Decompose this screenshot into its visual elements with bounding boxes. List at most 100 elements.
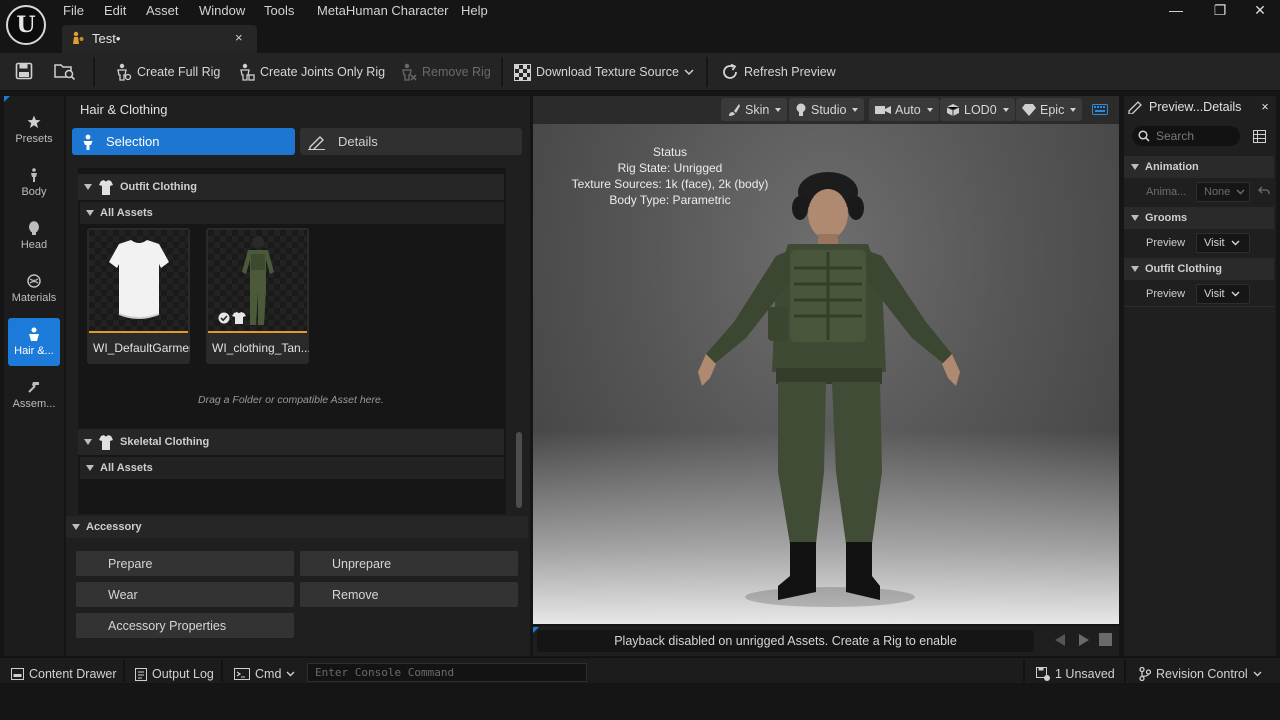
quality-dropdown[interactable]: Epic xyxy=(1016,98,1083,121)
preview-details-panel xyxy=(1124,96,1276,656)
grooms-preview-dropdown[interactable]: Visit xyxy=(1196,233,1250,253)
collapse-arrow-icon xyxy=(1131,215,1139,221)
skeletal-clothing-header[interactable]: Skeletal Clothing xyxy=(78,429,504,455)
document-tab-label: Test• xyxy=(92,31,121,46)
lod-dropdown[interactable]: LOD0 xyxy=(940,98,1015,121)
revision-control-button[interactable]: Revision Control xyxy=(1139,666,1262,682)
remove-rig-button[interactable]: Remove Rig xyxy=(399,62,491,82)
menu-metahuman-character[interactable]: MetaHuman Character xyxy=(317,3,449,19)
menu-edit[interactable]: Edit xyxy=(104,3,126,19)
refresh-preview-button[interactable]: Refresh Preview xyxy=(721,62,836,82)
preview-details-tab[interactable]: Preview...Details × xyxy=(1124,96,1272,118)
details-search[interactable] xyxy=(1132,126,1240,146)
collapse-arrow-icon xyxy=(86,210,94,216)
chevron-down-icon xyxy=(1236,189,1245,195)
restore-button[interactable]: ❐ xyxy=(1205,2,1235,20)
skin-dropdown[interactable]: Skin xyxy=(721,98,788,121)
outfit-all-assets-header[interactable]: All Assets xyxy=(80,202,504,224)
accessory-header[interactable]: Accessory xyxy=(66,516,528,538)
grooms-section-header[interactable]: Grooms xyxy=(1124,207,1274,229)
remove-button[interactable]: Remove xyxy=(300,582,518,607)
lod-label: LOD0 xyxy=(964,102,997,117)
table-view-icon[interactable] xyxy=(1253,130,1266,143)
wear-button[interactable]: Wear xyxy=(76,582,294,607)
unreal-logo-icon[interactable]: U xyxy=(6,5,46,45)
clothing-icon xyxy=(98,434,114,450)
menu-asset[interactable]: Asset xyxy=(146,3,179,19)
asset-type-bar xyxy=(89,331,188,333)
menu-tools[interactable]: Tools xyxy=(264,3,294,19)
browse-asset-icon[interactable] xyxy=(54,62,76,80)
tab-selection[interactable]: Selection xyxy=(72,128,295,155)
outfit-clothing-header[interactable]: Outfit Clothing xyxy=(78,174,504,200)
refresh-preview-label: Refresh Preview xyxy=(744,65,836,79)
details-search-input[interactable] xyxy=(1156,129,1236,143)
nav-assembly[interactable]: Assem... xyxy=(8,371,60,419)
menu-file[interactable]: File xyxy=(63,3,84,19)
hair-clothing-icon xyxy=(28,327,40,341)
play-icon[interactable] xyxy=(1077,633,1091,647)
minimize-button[interactable]: — xyxy=(1161,2,1191,20)
step-back-icon[interactable] xyxy=(1053,633,1067,647)
asset-tile-default-garment[interactable]: WI_DefaultGarment xyxy=(87,228,190,364)
prepare-button[interactable]: Prepare xyxy=(76,551,294,576)
close-tab-icon[interactable]: × xyxy=(235,30,243,45)
skeletal-clothing-title: Skeletal Clothing xyxy=(120,436,210,448)
grooms-section-title: Grooms xyxy=(1145,212,1188,224)
auto-dropdown[interactable]: Auto xyxy=(869,98,939,121)
brush-icon xyxy=(727,103,741,117)
hammer-icon xyxy=(27,380,41,394)
download-texture-source-label: Download Texture Source xyxy=(536,65,679,79)
nav-body[interactable]: Body xyxy=(8,159,60,207)
unsaved-button[interactable]: 1 Unsaved xyxy=(1036,666,1115,682)
character-model[interactable] xyxy=(690,172,970,612)
search-icon xyxy=(1138,130,1150,142)
tab-details[interactable]: Details xyxy=(300,128,522,155)
skeletal-all-assets-header[interactable]: All Assets xyxy=(80,457,504,479)
chevron-down-icon xyxy=(1253,671,1262,677)
nav-presets[interactable]: Presets xyxy=(8,106,60,154)
outfit-clothing-section-header[interactable]: Outfit Clothing xyxy=(1124,258,1274,280)
nav-hair-clothing[interactable]: Hair &... xyxy=(8,318,60,366)
asset-tile-clothing-tan[interactable]: WI_clothing_Tan... xyxy=(206,228,309,364)
outfit-clothing-section-title: Outfit Clothing xyxy=(1145,263,1222,275)
download-texture-source-button[interactable]: Download Texture Source xyxy=(514,62,694,82)
person-icon xyxy=(82,134,94,150)
tab-selection-label: Selection xyxy=(106,134,160,149)
reset-arrow-icon[interactable] xyxy=(1258,186,1270,196)
animation-section-header[interactable]: Animation xyxy=(1124,156,1274,178)
asset-label: WI_DefaultGarment xyxy=(93,341,190,355)
nav-materials[interactable]: Materials xyxy=(8,265,60,313)
unprepare-button[interactable]: Unprepare xyxy=(300,551,518,576)
status-title: Status xyxy=(652,145,688,159)
create-full-rig-button[interactable]: Create Full Rig xyxy=(114,62,220,82)
menu-help[interactable]: Help xyxy=(461,3,488,19)
revision-control-icon xyxy=(1139,667,1151,681)
accessory-properties-button[interactable]: Accessory Properties xyxy=(76,613,294,638)
nav-hair-clothing-label: Hair &... xyxy=(14,345,54,357)
unsaved-label: 1 Unsaved xyxy=(1055,667,1115,681)
close-window-button[interactable]: ✕ xyxy=(1245,2,1275,20)
stop-icon[interactable] xyxy=(1099,633,1112,646)
chevron-down-icon xyxy=(1231,240,1240,246)
create-joints-only-rig-button[interactable]: Create Joints Only Rig xyxy=(237,62,385,82)
toolbar-divider xyxy=(93,57,95,87)
keyboard-icon[interactable] xyxy=(1092,104,1108,115)
nav-head[interactable]: Head xyxy=(8,212,60,260)
cmd-dropdown[interactable]: Cmd xyxy=(234,666,295,682)
animation-dropdown[interactable]: None xyxy=(1196,182,1250,202)
close-panel-icon[interactable]: × xyxy=(1261,100,1268,114)
panel-scrollbar[interactable] xyxy=(516,432,522,508)
content-drawer-button[interactable]: Content Drawer xyxy=(11,666,117,682)
console-command-input[interactable] xyxy=(307,663,587,682)
status-divider xyxy=(123,660,125,682)
output-log-button[interactable]: Output Log xyxy=(135,666,214,682)
asset-thumbnail xyxy=(89,230,188,331)
chevron-down-icon xyxy=(684,68,694,76)
document-tab[interactable]: Test• × xyxy=(62,25,257,53)
studio-dropdown[interactable]: Studio xyxy=(789,98,865,121)
outfit-preview-dropdown[interactable]: Visit xyxy=(1196,284,1250,304)
status-divider xyxy=(1124,660,1126,682)
save-icon[interactable] xyxy=(15,62,33,80)
menu-window[interactable]: Window xyxy=(199,3,245,19)
